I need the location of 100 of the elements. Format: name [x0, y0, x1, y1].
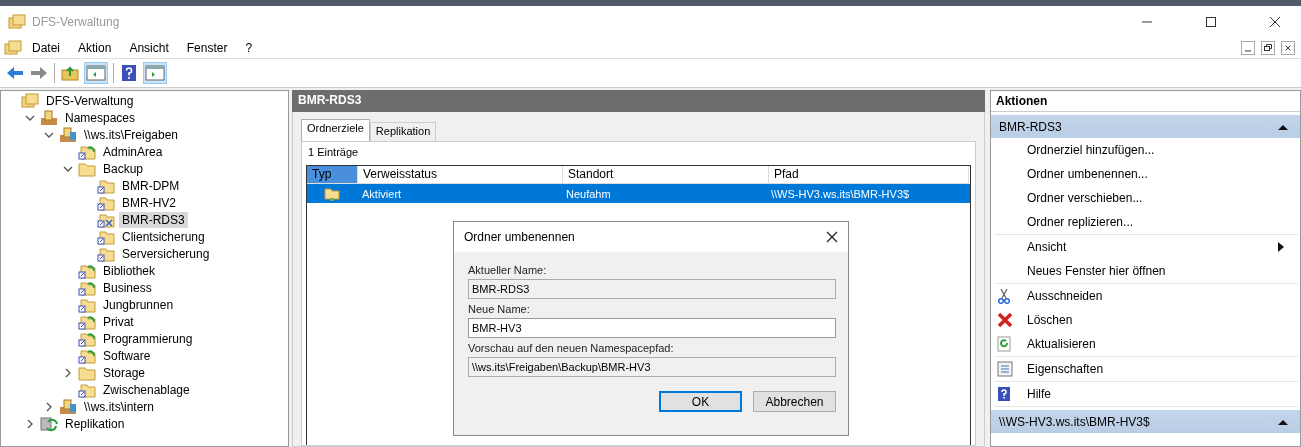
column-header[interactable]: Verweisstatus [358, 166, 563, 183]
tree-item[interactable]: Replikation [62, 415, 128, 432]
replication-icon [40, 415, 58, 432]
minimize-icon[interactable] [1241, 40, 1255, 55]
tree-item[interactable]: Programmierung [100, 330, 196, 347]
menu-item[interactable]: Fenster [178, 40, 236, 55]
folders-icon [21, 92, 39, 109]
tab[interactable]: Replikation [369, 122, 437, 141]
action-link[interactable]: Aktualisieren [1027, 337, 1284, 351]
collapse-arrow-icon[interactable] [1278, 418, 1288, 425]
action-link[interactable]: Ordner replizieren... [1027, 215, 1284, 229]
chevron-right-icon[interactable] [44, 401, 54, 412]
dialog-title: Ordner umbenennen [464, 230, 575, 244]
linked-folder-icon [78, 279, 96, 296]
column-header[interactable]: Typ [307, 166, 358, 183]
chevron-right-icon[interactable] [25, 418, 35, 429]
table-cell-text: Aktiviert [361, 187, 403, 200]
folder-icon [78, 160, 96, 177]
tree-item[interactable]: Bibliothek [100, 262, 159, 279]
tree-item[interactable]: AdminArea [100, 143, 166, 160]
column-header[interactable]: Standort [563, 166, 769, 183]
tree-item[interactable]: Namespaces [62, 109, 139, 126]
tab[interactable]: Ordnerziele [301, 119, 370, 141]
close-icon[interactable] [1281, 40, 1295, 55]
tree-item[interactable]: Backup [100, 160, 147, 177]
pane-header: BMR-RDS3 [292, 90, 985, 112]
forward-arrow-icon[interactable] [30, 65, 48, 81]
tree-item[interactable]: DFS-Verwaltung [43, 92, 137, 109]
action-link[interactable]: Neues Fenster hier öffnen [1027, 264, 1284, 278]
linked-folder-icon [78, 143, 96, 160]
linked-folder-icon [78, 296, 96, 313]
pane-header: Aktionen [991, 91, 1300, 112]
action-link[interactable]: Hilfe [1027, 387, 1284, 401]
input-field[interactable]: BMR-HV3 [468, 318, 836, 338]
tree-item[interactable]: BMR-HV2 [119, 194, 179, 211]
refresh-icon [997, 336, 1011, 352]
linked-folder-icon [97, 194, 115, 211]
tree-item[interactable]: BMR-DPM [119, 177, 183, 194]
tree-item[interactable]: Zwischenablage [100, 381, 193, 398]
menu-item[interactable]: Datei [24, 40, 68, 55]
server-folder-icon [40, 109, 58, 126]
cancel-button[interactable]: Abbrechen [753, 391, 836, 412]
console-icon [8, 13, 26, 30]
linked-folder-icon [78, 330, 96, 347]
tree-item[interactable]: Serversicherung [119, 245, 213, 262]
tree-item[interactable]: \\ws.its\intern [81, 398, 158, 415]
action-link[interactable]: Ordner umbenennen... [1027, 167, 1284, 181]
action-link[interactable]: Löschen [1027, 313, 1284, 327]
menu-item[interactable]: Aktion [70, 40, 120, 55]
table-cell-text: Neufahm [565, 187, 612, 200]
folder-up-icon[interactable] [61, 65, 79, 81]
help-icon [997, 386, 1011, 402]
action-link[interactable]: Eigenschaften [1027, 362, 1284, 376]
section-header[interactable]: \\WS-HV3.ws.its\BMR-HV3$ [991, 410, 1300, 433]
menu-item[interactable]: Ansicht [121, 40, 177, 55]
tree-item[interactable]: Business [100, 279, 155, 296]
pane-toggle-icon[interactable] [144, 63, 166, 83]
tree-item[interactable]: Jungbrunnen [100, 296, 177, 313]
linked-folder-icon [78, 262, 96, 279]
action-link[interactable]: Ausschneiden [1027, 289, 1284, 303]
linked-folder-icon [78, 347, 96, 364]
menu-item[interactable]: ? [237, 40, 261, 55]
close-icon[interactable] [1269, 15, 1281, 28]
folder-icon [78, 364, 96, 381]
field-label: Aktueller Name: [468, 264, 548, 276]
help-icon[interactable] [120, 64, 138, 82]
linked-folder-icon [97, 245, 115, 262]
table-cell-text: \\WS-HV3.ws.its\BMR-HV3$ [770, 187, 911, 200]
entry-count: 1 Einträge [307, 146, 360, 158]
section-header[interactable]: BMR-RDS3 [991, 115, 1300, 138]
action-link[interactable]: Ansicht [1027, 240, 1278, 254]
tree-item[interactable]: Storage [100, 364, 149, 381]
close-icon[interactable] [826, 231, 838, 243]
field-label: Vorschau auf den neuen Namespacepfad: [468, 342, 675, 354]
action-link[interactable]: Ordner verschieben... [1027, 191, 1284, 205]
console-icon [4, 39, 22, 56]
tree-item[interactable]: BMR-RDS3 [119, 211, 188, 228]
tree-item[interactable]: Software [100, 347, 154, 364]
collapse-arrow-icon[interactable] [1278, 123, 1288, 130]
linked-folder-icon [78, 381, 96, 398]
pane-toggle-icon[interactable] [85, 63, 107, 83]
server-folder-icon [59, 398, 77, 415]
table-row[interactable]: Aktiviert Neufahm \\WS-HV3.ws.its\BMR-HV3$ [307, 184, 970, 203]
linked-folder-icon [97, 177, 115, 194]
properties-icon [997, 361, 1013, 377]
folder-icon [323, 185, 341, 202]
chevron-right-icon[interactable] [63, 367, 73, 378]
tree-item[interactable]: Clientsicherung [119, 228, 208, 245]
restore-icon[interactable] [1261, 40, 1275, 55]
maximize-icon[interactable] [1205, 15, 1217, 28]
action-link[interactable]: Ordnerziel hinzufügen... [1027, 143, 1284, 157]
ok-button[interactable]: OK [659, 391, 742, 412]
column-header[interactable]: Pfad [769, 166, 969, 183]
window-title: DFS-Verwaltung [32, 14, 120, 29]
back-arrow-icon[interactable] [6, 65, 24, 81]
linked-folder-icon [97, 228, 115, 245]
delete-icon [997, 312, 1013, 328]
tree-item[interactable]: \\ws.its\Freigaben [81, 126, 182, 143]
server-folder-icon [59, 126, 77, 143]
tree-item[interactable]: Privat [100, 313, 137, 330]
